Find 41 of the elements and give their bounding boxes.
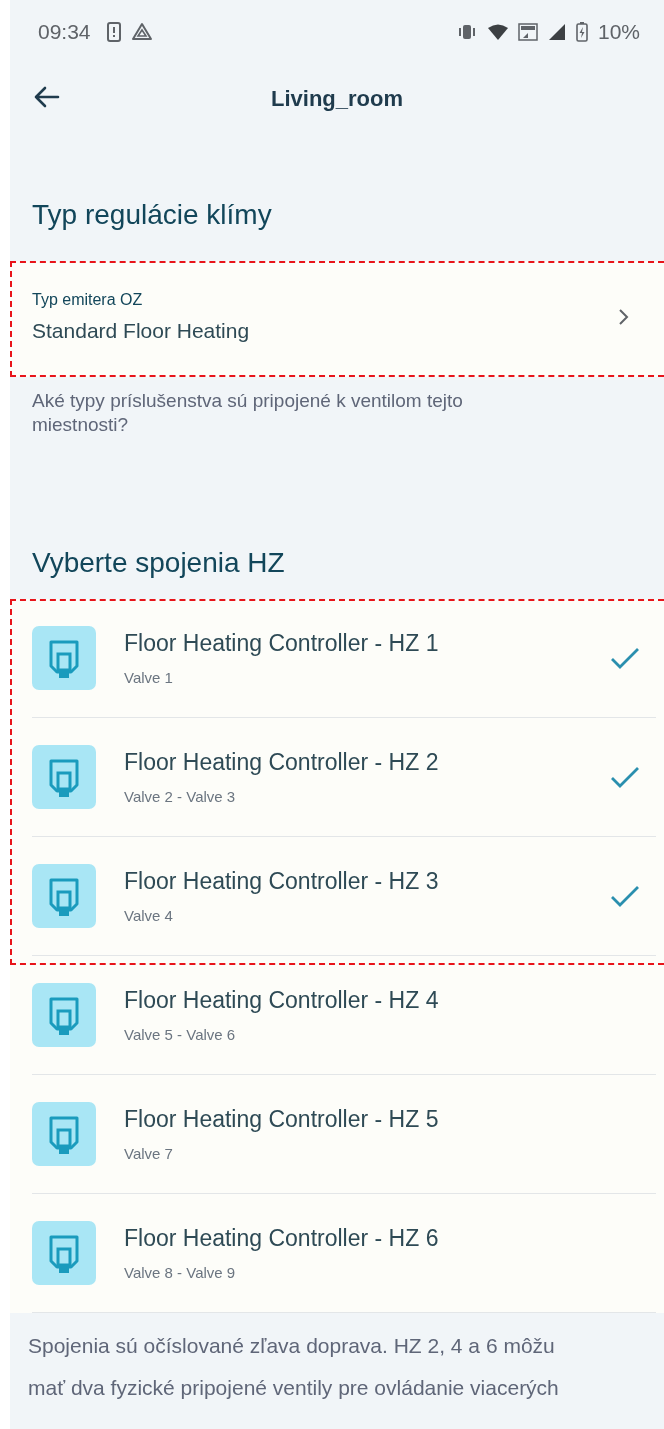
controller-item[interactable]: Floor Heating Controller - HZ 2 Valve 2 - Valve 3	[32, 718, 656, 837]
controller-item[interactable]: Floor Heating Controller - HZ 5 Valve 7	[32, 1075, 656, 1194]
controller-name: Floor Heating Controller - HZ 5	[124, 1106, 440, 1133]
emitter-row[interactable]: Typ emitera OZ Standard Floor Heating	[10, 261, 664, 377]
controller-name: Floor Heating Controller - HZ 4	[124, 987, 440, 1014]
hint-text: Aké typy príslušenstva sú pripojené k ventilom tejto miestnosti?	[31, 389, 464, 437]
chevron-right-icon	[618, 307, 630, 327]
triangle-icon	[130, 22, 153, 42]
controller-item[interactable]: Floor Heating Controller - HZ 4 Valve 5 - Valve 6	[32, 956, 656, 1075]
section-heading: Vyberte spojenia HZ	[31, 547, 286, 579]
controller-icon	[32, 626, 96, 690]
back-button[interactable]	[32, 85, 60, 109]
valve-label: Valve 7	[124, 1145, 174, 1162]
controller-name: Floor Heating Controller - HZ 2	[124, 749, 440, 776]
emitter-label: Typ emitera OZ	[32, 291, 144, 309]
controller-item[interactable]: Floor Heating Controller - HZ 3 Valve 4	[32, 837, 656, 956]
controller-icon	[32, 1221, 96, 1285]
controller-icon	[32, 1102, 96, 1166]
footnote-text: Spojenia sú očíslované zľava doprava. HZ 2, 4 a 6 môžu mať dva fyzické pripojené ventily pre ovládanie viacerých	[27, 1333, 560, 1401]
battery-percent: 10%	[597, 20, 640, 44]
controller-name: Floor Heating Controller - HZ 3	[124, 868, 440, 895]
controller-item[interactable]: Floor Heating Controller - HZ 1 Valve 1	[32, 599, 656, 718]
valve-label: Valve 1	[124, 669, 174, 686]
valve-label: Valve 2 - Valve 3	[124, 788, 237, 805]
page-title: Living_room	[271, 86, 403, 112]
status-time: 09:34	[38, 20, 91, 44]
valve-label: Valve 5 - Valve 6	[124, 1026, 237, 1043]
controller-name: Floor Heating Controller - HZ 6	[124, 1225, 440, 1252]
phone-alert-icon	[106, 22, 121, 42]
wifi-icon	[487, 24, 508, 40]
battery-icon	[575, 22, 588, 42]
controller-icon	[32, 983, 96, 1047]
controller-icon	[32, 745, 96, 809]
emitter-value: Standard Floor Heating	[32, 319, 250, 343]
signal-icon	[547, 23, 566, 41]
controller-icon	[32, 864, 96, 928]
controller-name: Floor Heating Controller - HZ 1	[124, 630, 440, 657]
controller-item[interactable]: Floor Heating Controller - HZ 6 Valve 8 - Valve 9	[32, 1194, 656, 1313]
valve-label: Valve 4	[124, 907, 174, 924]
valve-label: Valve 8 - Valve 9	[124, 1264, 237, 1281]
section-heading: Typ regulácie klímy	[31, 199, 273, 231]
